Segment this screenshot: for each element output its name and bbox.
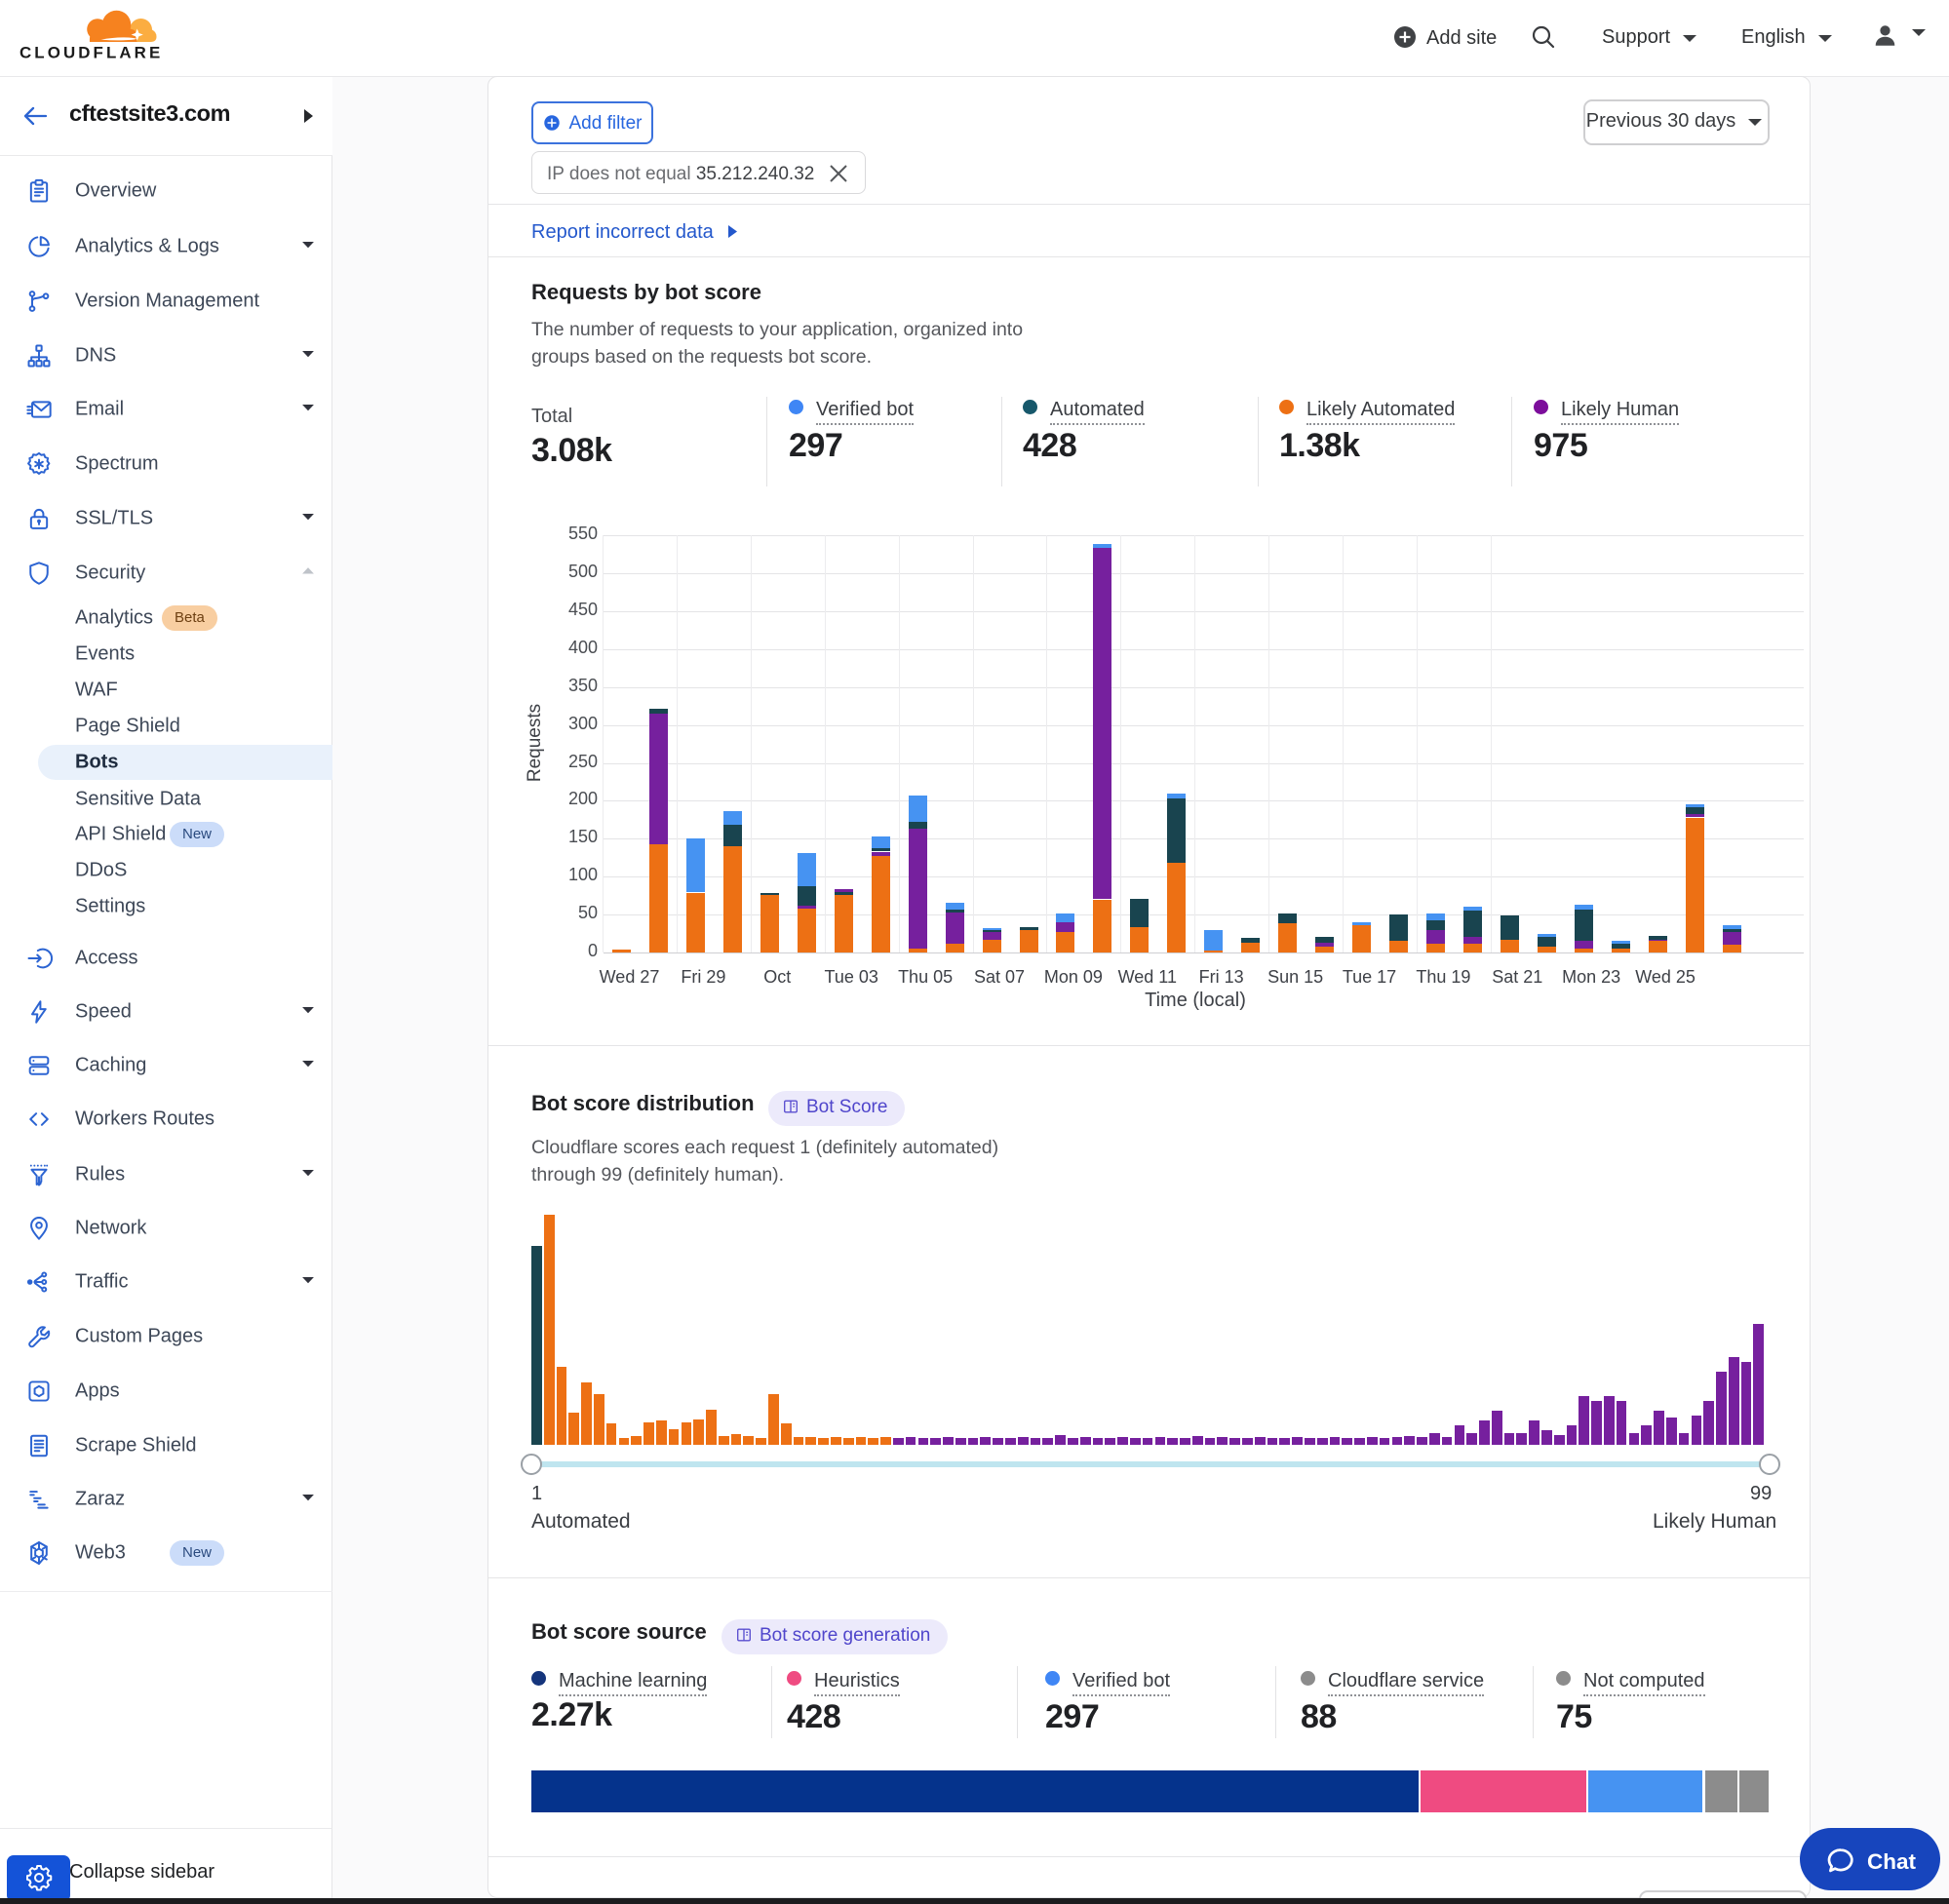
svg-text:CLOUDFLARE: CLOUDFLARE (19, 44, 163, 62)
